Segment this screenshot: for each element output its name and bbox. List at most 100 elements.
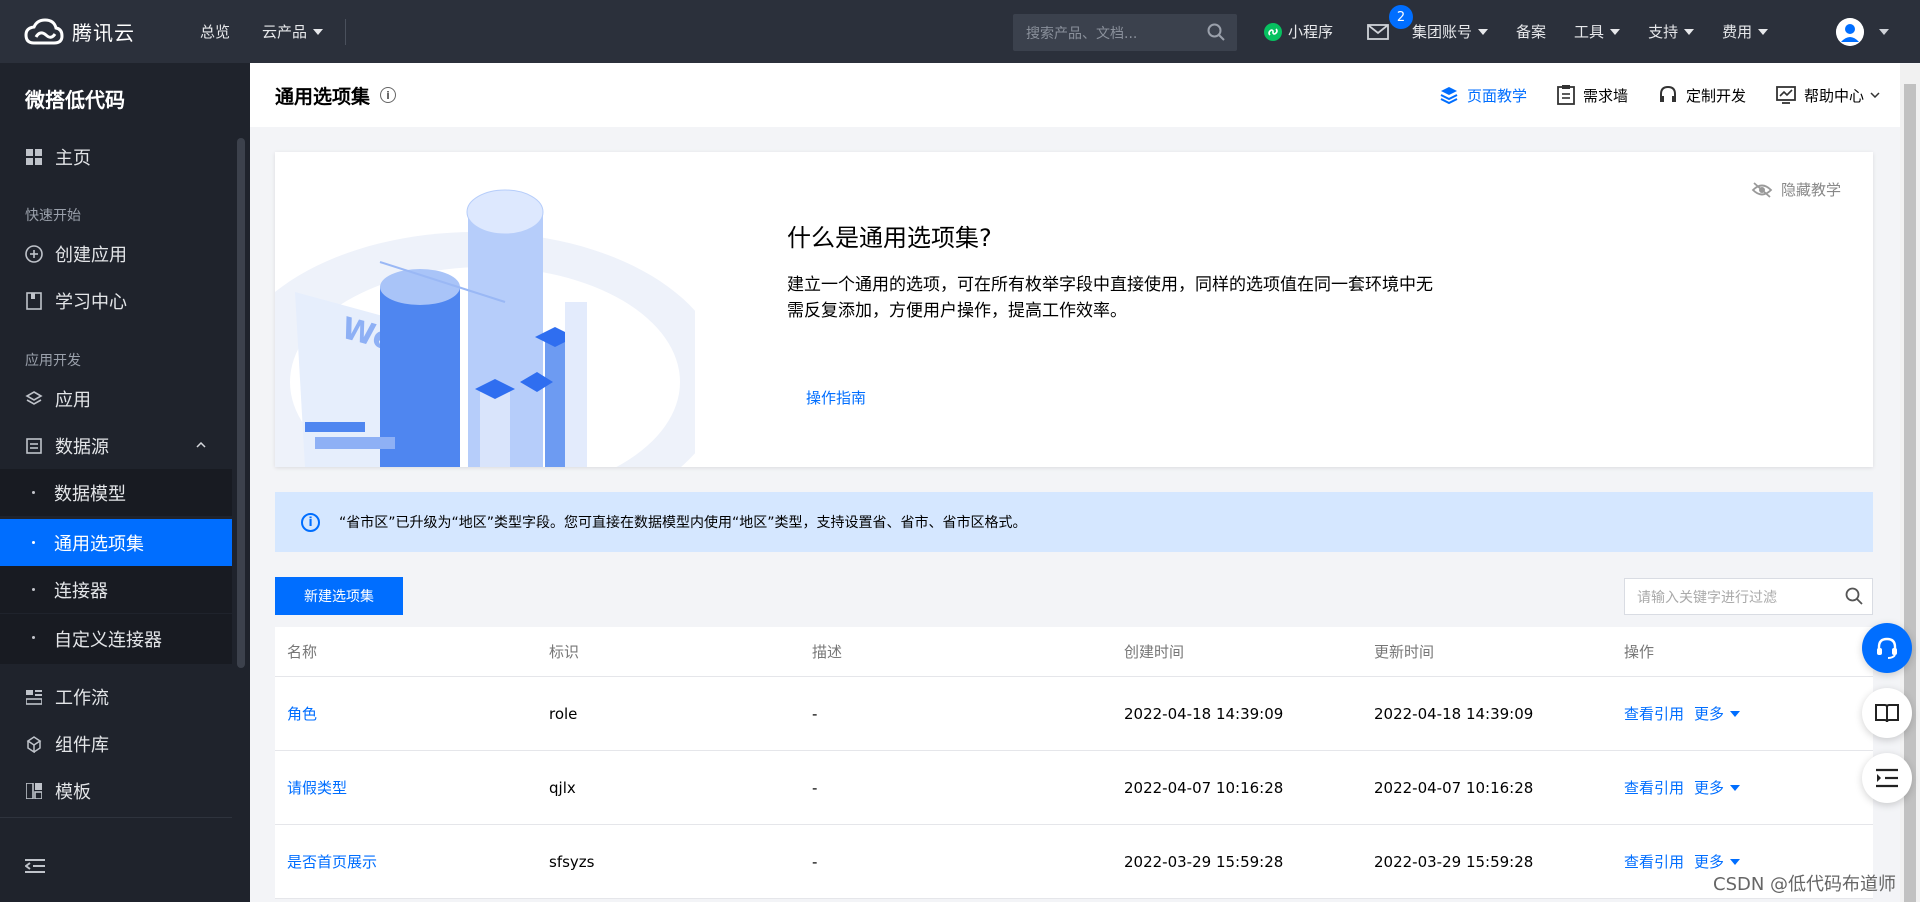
more-label: 更多 bbox=[1694, 853, 1725, 871]
message-button[interactable] bbox=[1367, 23, 1389, 40]
view-references-link[interactable]: 查看引用 bbox=[1624, 777, 1684, 798]
col-header-id: 标识 bbox=[549, 643, 580, 661]
row-id: role bbox=[549, 704, 578, 723]
search-icon[interactable] bbox=[1845, 587, 1863, 605]
headset-icon bbox=[1658, 85, 1678, 105]
row-name-link[interactable]: 角色 bbox=[287, 703, 317, 724]
help-center-label: 帮助中心 bbox=[1803, 86, 1864, 105]
row-id: sfsyzs bbox=[549, 852, 595, 871]
sidebar-item-home[interactable]: 主页 bbox=[0, 133, 232, 180]
table-header: 名称 标识 描述 创建时间 更新时间 操作 bbox=[275, 627, 1873, 677]
hide-tutorial-button[interactable]: 隐藏教学 bbox=[1751, 179, 1841, 200]
collapse-sidebar-icon[interactable] bbox=[25, 858, 45, 874]
sidebar-item-label: 应用 bbox=[55, 389, 91, 411]
bullet bbox=[32, 636, 35, 639]
row-name-link[interactable]: 请假类型 bbox=[287, 777, 347, 798]
toc-button[interactable] bbox=[1862, 753, 1912, 803]
new-option-set-button[interactable]: 新建选项集 bbox=[275, 577, 403, 615]
row-created: 2022-03-29 15:59:28 bbox=[1124, 852, 1284, 871]
sidebar-item-template[interactable]: 模板 bbox=[0, 767, 232, 814]
divider bbox=[345, 18, 347, 45]
sidebar-group-dev: 应用开发 bbox=[25, 353, 81, 369]
grid-icon bbox=[25, 148, 43, 166]
sidebar-group-quickstart: 快速开始 bbox=[25, 208, 81, 224]
mini-program-link[interactable]: 小程序 bbox=[1263, 21, 1333, 42]
message-count-badge: 2 bbox=[1389, 5, 1413, 29]
book-icon bbox=[25, 291, 43, 310]
tutorial-description: 建立一个通用的选项，可在所有枚举字段中直接使用，同样的选项值在同一套环境中无需反… bbox=[787, 275, 1433, 321]
mini-program-label: 小程序 bbox=[1288, 23, 1334, 41]
requirement-wall-label: 需求墙 bbox=[1582, 86, 1628, 105]
global-search-input[interactable]: 搜索产品、文档... bbox=[1013, 14, 1237, 51]
bullet bbox=[32, 491, 35, 494]
beian-link[interactable]: 备案 bbox=[1516, 21, 1546, 42]
nav-products[interactable]: 云产品 bbox=[262, 21, 324, 42]
sidebar-item-data-model[interactable]: 数据模型 bbox=[0, 469, 232, 516]
sidebar: 微搭低代码 主页 快速开始 创建应用 学习中心 应用开发 应用 数据源 数据模型… bbox=[0, 63, 250, 902]
group-account-menu[interactable]: 集团账号 bbox=[1412, 21, 1489, 42]
view-references-link[interactable]: 查看引用 bbox=[1624, 851, 1684, 872]
more-menu[interactable]: 更多 bbox=[1694, 851, 1741, 872]
row-name-link[interactable]: 是否首页展示 bbox=[287, 851, 377, 872]
more-label: 更多 bbox=[1694, 779, 1725, 797]
sidebar-item-label: 自定义连接器 bbox=[54, 630, 162, 651]
chevron-down-icon bbox=[313, 28, 324, 35]
support-menu[interactable]: 支持 bbox=[1648, 21, 1695, 42]
workflow-icon bbox=[25, 688, 43, 706]
more-menu[interactable]: 更多 bbox=[1694, 777, 1741, 798]
tools-menu[interactable]: 工具 bbox=[1574, 21, 1621, 42]
sidebar-item-learn-center[interactable]: 学习中心 bbox=[0, 277, 232, 324]
more-menu[interactable]: 更多 bbox=[1694, 703, 1741, 724]
col-header-name: 名称 bbox=[287, 643, 318, 661]
sidebar-item-create-app[interactable]: 创建应用 bbox=[0, 230, 232, 277]
custom-dev-button[interactable]: 定制开发 bbox=[1658, 85, 1746, 106]
sidebar-item-apps[interactable]: 应用 bbox=[0, 375, 232, 422]
operation-guide-link[interactable]: 操作指南 bbox=[806, 387, 866, 408]
docs-button[interactable] bbox=[1862, 688, 1912, 738]
user-icon bbox=[1836, 18, 1864, 46]
customer-service-button[interactable] bbox=[1862, 623, 1912, 673]
filter-input[interactable]: 请输入关键字进行过滤 bbox=[1624, 578, 1873, 615]
requirement-wall-button[interactable]: 需求墙 bbox=[1557, 85, 1628, 106]
user-avatar[interactable] bbox=[1836, 18, 1864, 46]
sidebar-item-label: 模板 bbox=[55, 781, 91, 803]
row-updated: 2022-04-18 14:39:09 bbox=[1374, 704, 1534, 723]
col-header-actions: 操作 bbox=[1624, 643, 1655, 661]
sidebar-item-datasource[interactable]: 数据源 bbox=[0, 422, 232, 469]
sidebar-item-label: 工作流 bbox=[55, 687, 109, 709]
sidebar-item-label: 主页 bbox=[55, 147, 91, 169]
sidebar-item-custom-connector[interactable]: 自定义连接器 bbox=[0, 614, 232, 664]
custom-dev-label: 定制开发 bbox=[1685, 86, 1746, 105]
page-tutorial-button[interactable]: 页面教学 bbox=[1439, 85, 1527, 106]
chevron-down-icon bbox=[1758, 28, 1769, 35]
layers-icon bbox=[1439, 85, 1459, 105]
help-center-menu[interactable]: 帮助中心 bbox=[1776, 85, 1880, 106]
chevron-down-icon bbox=[1478, 28, 1489, 35]
search-icon[interactable] bbox=[1207, 23, 1225, 41]
col-header-created: 创建时间 bbox=[1124, 643, 1185, 661]
view-references-link[interactable]: 查看引用 bbox=[1624, 703, 1684, 724]
info-icon[interactable]: i bbox=[380, 87, 397, 103]
component-icon bbox=[25, 735, 43, 753]
sidebar-item-component-lib[interactable]: 组件库 bbox=[0, 720, 232, 767]
sidebar-item-connector[interactable]: 连接器 bbox=[0, 566, 232, 613]
sidebar-item-workflow[interactable]: 工作流 bbox=[0, 673, 232, 720]
fees-label: 费用 bbox=[1722, 23, 1753, 41]
eye-off-icon bbox=[1751, 181, 1773, 198]
row-actions: 查看引用 更多 bbox=[1624, 703, 1741, 724]
row-updated: 2022-03-29 15:59:28 bbox=[1374, 852, 1534, 871]
chevron-down-icon[interactable] bbox=[1879, 29, 1889, 35]
table-row: 是否首页展示 sfsyzs - 2022-03-29 15:59:28 2022… bbox=[275, 825, 1873, 899]
sidebar-item-common-options[interactable]: 通用选项集 bbox=[0, 519, 232, 566]
sidebar-scrollbar[interactable] bbox=[237, 138, 245, 668]
row-desc: - bbox=[812, 852, 818, 871]
fees-menu[interactable]: 费用 bbox=[1722, 21, 1769, 42]
page-header: 通用选项集 i 页面教学 需求墙 定制开发 帮助中心 bbox=[250, 63, 1900, 127]
sidebar-item-label: 数据源 bbox=[55, 436, 109, 458]
tencent-cloud-logo[interactable]: 腾讯云 bbox=[24, 17, 154, 47]
nav-overview[interactable]: 总览 bbox=[200, 21, 230, 42]
row-updated: 2022-04-07 10:16:28 bbox=[1374, 778, 1534, 797]
tools-label: 工具 bbox=[1574, 23, 1605, 41]
row-created: 2022-04-18 14:39:09 bbox=[1124, 704, 1284, 723]
group-account-label: 集团账号 bbox=[1412, 23, 1473, 41]
